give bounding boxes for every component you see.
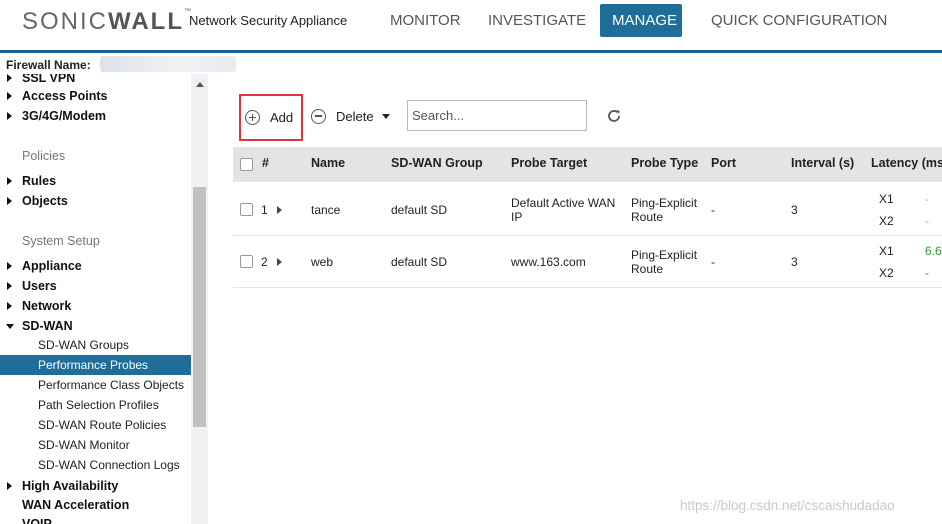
probe-port: - <box>711 203 715 217</box>
latency-interface-x2: X2 <box>879 266 894 280</box>
probe-interval: 3 <box>791 203 798 217</box>
probe-name: web <box>311 255 334 269</box>
expand-arrow-icon <box>7 112 12 120</box>
app-window: SONICWALL™ Network Security Appliance MO… <box>0 0 942 524</box>
latency-interface-x1: X1 <box>879 244 894 258</box>
probe-interval: 3 <box>791 255 798 269</box>
latency-interface-x2: X2 <box>879 214 894 228</box>
minus-circle-icon <box>311 108 326 124</box>
sidebar-item-3g-4g-modem[interactable]: 3G/4G/Modem <box>0 106 191 126</box>
sidebar-item-users[interactable]: Users <box>0 276 191 296</box>
probe-name: tance <box>311 203 341 217</box>
latency-value-x1: - <box>925 192 929 206</box>
probe-port: - <box>711 255 715 269</box>
collapse-arrow-icon <box>6 324 14 329</box>
sidebar-item-sd-wan-groups[interactable]: SD-WAN Groups <box>0 335 191 355</box>
sidebar-item-network[interactable]: Network <box>0 296 191 316</box>
probe-sd-wan-group: default SD <box>391 203 448 217</box>
expand-arrow-icon <box>7 74 12 82</box>
expand-arrow-icon <box>7 482 12 490</box>
plus-circle-icon <box>245 110 260 125</box>
sidebar-heading-system-setup: System Setup <box>22 234 100 248</box>
nav-tab-quick-configuration[interactable]: QUICK CONFIGURATION <box>699 4 899 37</box>
table-header: # Name SD-WAN Group Probe Target Probe T… <box>233 147 942 182</box>
latency-value-x2: - <box>925 214 929 228</box>
sidebar-item-sd-wan-monitor[interactable]: SD-WAN Monitor <box>0 435 191 455</box>
row-number: 2 <box>261 255 268 269</box>
sidebar-item-objects[interactable]: Objects <box>0 191 191 211</box>
sidebar-item-access-points[interactable]: Access Points <box>0 86 191 106</box>
column-header-port[interactable]: Port <box>711 147 736 182</box>
column-header-latency[interactable]: Latency (ms) <box>871 147 942 182</box>
column-header-name[interactable]: Name <box>311 147 345 182</box>
table-row[interactable]: 1 tance default SD Default Active WAN IP… <box>233 183 942 236</box>
watermark: https://blog.csdn.net/cscaishudadao <box>680 498 895 513</box>
nav-tab-manage[interactable]: MANAGE <box>600 4 682 37</box>
scroll-up-arrow-icon[interactable] <box>196 82 204 87</box>
column-header-probe-type[interactable]: Probe Type <box>631 147 698 182</box>
nav-tab-monitor[interactable]: MONITOR <box>378 4 473 37</box>
nav-underline <box>0 50 942 53</box>
sonicwall-logo: SONICWALL™ <box>22 8 193 35</box>
expand-row-arrow-icon[interactable] <box>277 258 282 266</box>
expand-arrow-icon <box>7 92 12 100</box>
chevron-down-icon <box>381 113 390 119</box>
probe-type: Ping-Explicit <box>631 196 698 210</box>
product-name: Network Security Appliance <box>189 13 348 28</box>
add-button[interactable]: Add <box>239 94 303 141</box>
probe-type: Ping-Explicit <box>631 248 698 262</box>
search-input[interactable] <box>407 100 587 131</box>
probe-target: www.163.com <box>511 255 586 269</box>
sidebar-item-appliance[interactable]: Appliance <box>0 256 191 276</box>
sidebar-item-high-availability[interactable]: High Availability <box>0 476 191 496</box>
expand-arrow-icon <box>7 177 12 185</box>
firewall-name-label: Firewall Name: <box>6 58 91 72</box>
firewall-name-value <box>100 56 236 72</box>
sidebar-item-sd-wan-connection-logs[interactable]: SD-WAN Connection Logs <box>0 455 191 475</box>
sidebar-item-sd-wan[interactable]: SD-WAN <box>0 316 191 336</box>
probe-target-line2: IP <box>511 210 523 224</box>
probe-type-line2: Route <box>631 262 664 276</box>
sidebar-item-performance-class-objects[interactable]: Performance Class Objects <box>0 375 191 395</box>
sidebar-item-voip[interactable]: VOIP <box>0 514 191 524</box>
probe-target: Default Active WAN <box>511 196 616 210</box>
nav-tab-investigate[interactable]: INVESTIGATE <box>476 4 598 37</box>
probe-type-line2: Route <box>631 210 664 224</box>
probe-sd-wan-group: default SD <box>391 255 448 269</box>
expand-arrow-icon <box>7 302 12 310</box>
top-navigation-bar: SONICWALL™ Network Security Appliance MO… <box>0 0 942 50</box>
delete-button[interactable]: Delete <box>311 106 390 126</box>
latency-value-x2: - <box>925 266 929 280</box>
latency-value-x1: 6.6 <box>925 244 942 258</box>
sidebar: SSL VPN Access Points 3G/4G/Modem Polici… <box>0 74 193 524</box>
sidebar-item-wan-acceleration[interactable]: WAN Acceleration <box>0 495 191 515</box>
select-all-checkbox[interactable] <box>240 158 253 171</box>
row-number: 1 <box>261 203 268 217</box>
sidebar-item-sd-wan-route-policies[interactable]: SD-WAN Route Policies <box>0 415 191 435</box>
latency-interface-x1: X1 <box>879 192 894 206</box>
row-checkbox[interactable] <box>240 255 253 268</box>
sidebar-heading-policies: Policies <box>22 149 66 163</box>
column-header-number[interactable]: # <box>262 147 269 182</box>
column-header-sd-wan-group[interactable]: SD-WAN Group <box>391 147 483 182</box>
expand-arrow-icon <box>7 197 12 205</box>
expand-arrow-icon <box>7 262 12 270</box>
column-header-probe-target[interactable]: Probe Target <box>511 147 587 182</box>
expand-row-arrow-icon[interactable] <box>277 206 282 214</box>
scrollbar-thumb[interactable] <box>193 187 206 427</box>
refresh-icon[interactable] <box>604 106 624 126</box>
sidebar-item-performance-probes[interactable]: Performance Probes <box>0 355 191 375</box>
sidebar-item-path-selection-profiles[interactable]: Path Selection Profiles <box>0 395 191 415</box>
table-row[interactable]: 2 web default SD www.163.com Ping-Explic… <box>233 236 942 288</box>
sidebar-item-rules[interactable]: Rules <box>0 171 191 191</box>
sidebar-scrollbar[interactable] <box>191 74 208 524</box>
row-checkbox[interactable] <box>240 203 253 216</box>
column-header-interval[interactable]: Interval (s) <box>791 147 854 182</box>
expand-arrow-icon <box>7 282 12 290</box>
